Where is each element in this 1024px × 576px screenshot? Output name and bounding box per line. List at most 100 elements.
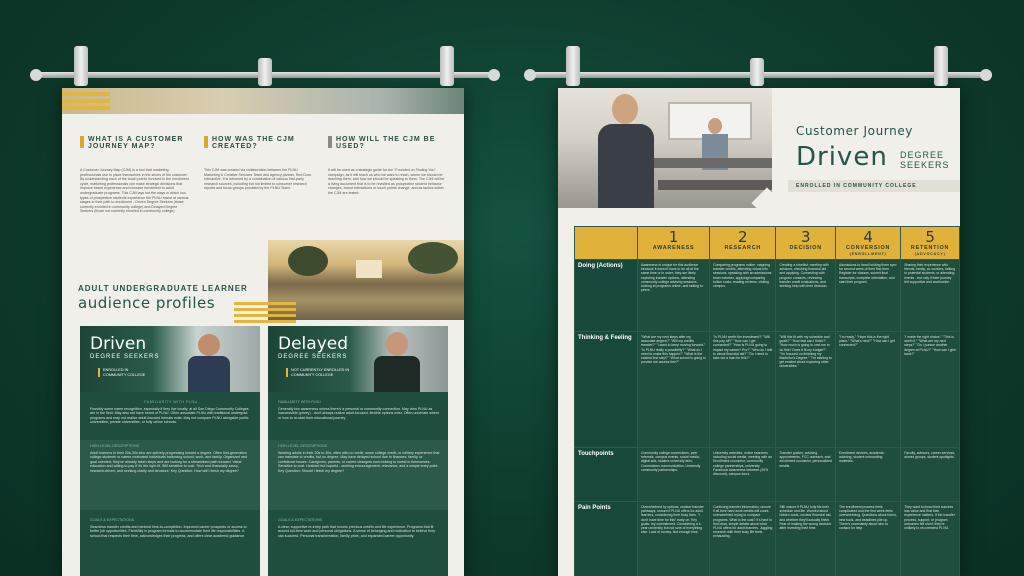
column-number: 1 <box>668 228 679 246</box>
table-cell: "I'm ready." "Hope this is the right pla… <box>834 331 902 448</box>
card-section-body: Adult learners in their 20s-30s who are … <box>90 450 248 473</box>
poster-clip <box>440 46 454 86</box>
right-poster: Customer Journey Driven DEGREE SEEKERS E… <box>558 88 960 576</box>
row-label: Pain Points <box>574 501 638 576</box>
card-section-body: A clear, supportive re-entry path that h… <box>278 524 436 538</box>
poster-clip <box>566 46 580 86</box>
card-section-1: FAMILIARITY WITH PLNU Possibly some name… <box>90 400 252 425</box>
table-cell: Confusing transfer information, unsure i… <box>709 501 777 576</box>
background-student <box>708 118 722 134</box>
card-tag: NOT CURRENTLY ENROLLED IN COMMUNITY COLL… <box>286 368 353 378</box>
column-name: RESEARCH <box>724 245 762 251</box>
journey-title-degree: DEGREE <box>900 150 945 160</box>
section-body: A Customer Journey Map (CJM) is a tool t… <box>80 168 189 214</box>
classroom-photo <box>558 88 772 208</box>
table-cell: The enrollment process feels complicated… <box>834 501 902 576</box>
card-section-body: Generally low awareness unless there's a… <box>278 406 440 420</box>
table-cell: Creating a shortlist, meeting with advis… <box>775 259 836 332</box>
card-section-3: GOALS & EXPECTATIONS A clear, supportive… <box>278 518 440 538</box>
profile-card-driven: Driven DEGREE SEEKERS ENROLLED IN COMMUN… <box>80 326 260 576</box>
section-heading: HOW WAS THE CJM CREATED? <box>212 136 295 150</box>
table-cell: Community college connections, peer refe… <box>636 447 711 502</box>
customer-journey-table: 1 AWARENESS 2 RESEARCH 3 DECISION 4 CONVERSI… <box>574 226 960 576</box>
table-cell: Still unsure if PLNU truly fits their sc… <box>775 501 836 576</box>
left-poster: WHAT IS A CUSTOMER JOURNEY MAP? A Custom… <box>62 88 464 576</box>
column-header-decision: 3 DECISION <box>775 226 836 260</box>
section-accent-bar <box>328 136 332 148</box>
profiles-title-line1: ADULT UNDERGRADUATE LEARNER <box>78 284 248 293</box>
table-row-thinking: Thinking & Feeling "What are my next ste… <box>574 331 960 448</box>
column-subname: (ADVOCACY) <box>914 252 946 256</box>
column-name: DECISION <box>789 245 822 251</box>
table-cell: Enrollment devices, academic advising, s… <box>834 447 902 502</box>
left-rod-end <box>30 69 42 81</box>
intro-section-what: WHAT IS A CUSTOMER JOURNEY MAP? A Custom… <box>80 136 190 214</box>
journey-title-driven: Driven <box>796 142 888 172</box>
journey-title: Customer Journey <box>796 124 914 138</box>
table-cell: "Will this fit with my schedule and goal… <box>775 331 836 448</box>
column-number: 5 <box>925 228 935 246</box>
profile-card-delayed: Delayed DEGREE SEEKERS NOT CURRENTLY ENR… <box>268 326 448 576</box>
tree-silhouette <box>288 246 328 276</box>
card-section-body: Working adults in their 20s to 30s, ofte… <box>278 450 440 473</box>
section-body: This CJM was created via collaboration b… <box>204 168 312 191</box>
card-subtitle: DEGREE SEEKERS <box>278 354 348 360</box>
top-photo-strip <box>62 88 464 114</box>
card-tag: ENROLLED IN COMMUNITY COLLEGE <box>98 368 151 378</box>
card-subtitle: DEGREE SEEKERS <box>90 354 160 360</box>
table-cell: University websites, online searches inc… <box>709 447 777 502</box>
poster-clip <box>258 58 272 86</box>
table-cell: Transfer guides, advising appointments, … <box>775 447 836 502</box>
card-section-heading: HIGH-LEVEL DESCRIPTIONS <box>90 444 140 448</box>
card-section-2-content: HIGH-LEVEL DESCRIPTIONS Adult learners i… <box>90 444 252 474</box>
profiles-title-line2: audience profiles <box>78 294 216 312</box>
table-cell: "Is PLNU worth the investment?" "Will th… <box>709 331 777 448</box>
journey-subtitle: ENROLLED IN COMMUNITY COLLEGE <box>796 183 917 189</box>
left-rod-end <box>488 69 500 81</box>
student-figure <box>386 332 408 356</box>
row-label: Touchpoints <box>574 447 638 502</box>
intro-section-how-created: HOW WAS THE CJM CREATED? This CJM was cr… <box>204 136 314 191</box>
card-section-body: Seamless transfer credits and minimal ti… <box>90 524 247 538</box>
student-figure <box>188 356 230 392</box>
table-cell: "What are my next steps after my associa… <box>636 331 711 448</box>
journey-title-seekers: SEEKERS <box>900 160 950 170</box>
card-section-3: GOALS & EXPECTATIONS Seamless transfer c… <box>90 518 252 538</box>
corner-cell <box>574 226 638 260</box>
column-header-awareness: 1 AWARENESS <box>636 226 711 260</box>
card-section-1: FAMILIARITY WITH PLNU Generally low awar… <box>278 400 440 420</box>
desk-row <box>658 180 772 190</box>
section-body: It will be used as a strategic guide for… <box>328 168 445 195</box>
card-section-body: Possibly some name recognition, especial… <box>90 406 249 425</box>
table-row-doing: Doing (Actions) Awareness is unique for … <box>574 259 960 332</box>
table-row-touchpoints: Touchpoints Community college connection… <box>574 447 960 502</box>
table-row-pain-points: Pain Points Overwhelmed by options, uncl… <box>574 501 960 576</box>
section-heading: HOW WILL THE CJM BE USED? <box>336 136 436 150</box>
column-number: 2 <box>738 228 748 246</box>
column-number: 3 <box>800 228 811 246</box>
card-section-heading: FAMILIARITY WITH PLNU <box>278 400 321 404</box>
card-section-heading: HIGH-LEVEL DESCRIPTIONS <box>278 444 328 448</box>
card-section-heading: GOALS & EXPECTATIONS <box>278 518 322 522</box>
campus-amphitheater-photo <box>268 240 464 320</box>
column-header-row: 1 AWARENESS 2 RESEARCH 3 DECISION 4 CONVERSI… <box>574 226 960 260</box>
column-subname: (ENROLLMENT) <box>849 252 887 256</box>
gold-stripes-decoration <box>234 302 296 324</box>
poster-clip <box>934 46 948 86</box>
table-cell: Overwhelmed by options, unclear transfer… <box>636 501 711 576</box>
column-name: AWARENESS <box>652 245 695 251</box>
tree-silhouette <box>408 242 458 274</box>
card-section-heading: GOALS & EXPECTATIONS <box>90 518 134 522</box>
row-label: Doing (Actions) <box>574 259 638 332</box>
desk-row <box>654 158 772 168</box>
card-title: Delayed <box>278 334 349 354</box>
student-figure <box>374 356 420 392</box>
table-cell: Awareness is unique for this audience be… <box>636 259 711 332</box>
intro-section-how-used: HOW WILL THE CJM BE USED? It will be use… <box>328 136 446 196</box>
poster-clip <box>750 58 764 86</box>
table-cell: Sharing their experience with friends, f… <box>900 259 960 332</box>
section-accent-bar <box>80 136 84 148</box>
table-cell: Faculty, advisors, career services, alum… <box>900 447 960 502</box>
right-rod-end <box>524 69 536 81</box>
column-number: 4 <box>863 228 873 246</box>
